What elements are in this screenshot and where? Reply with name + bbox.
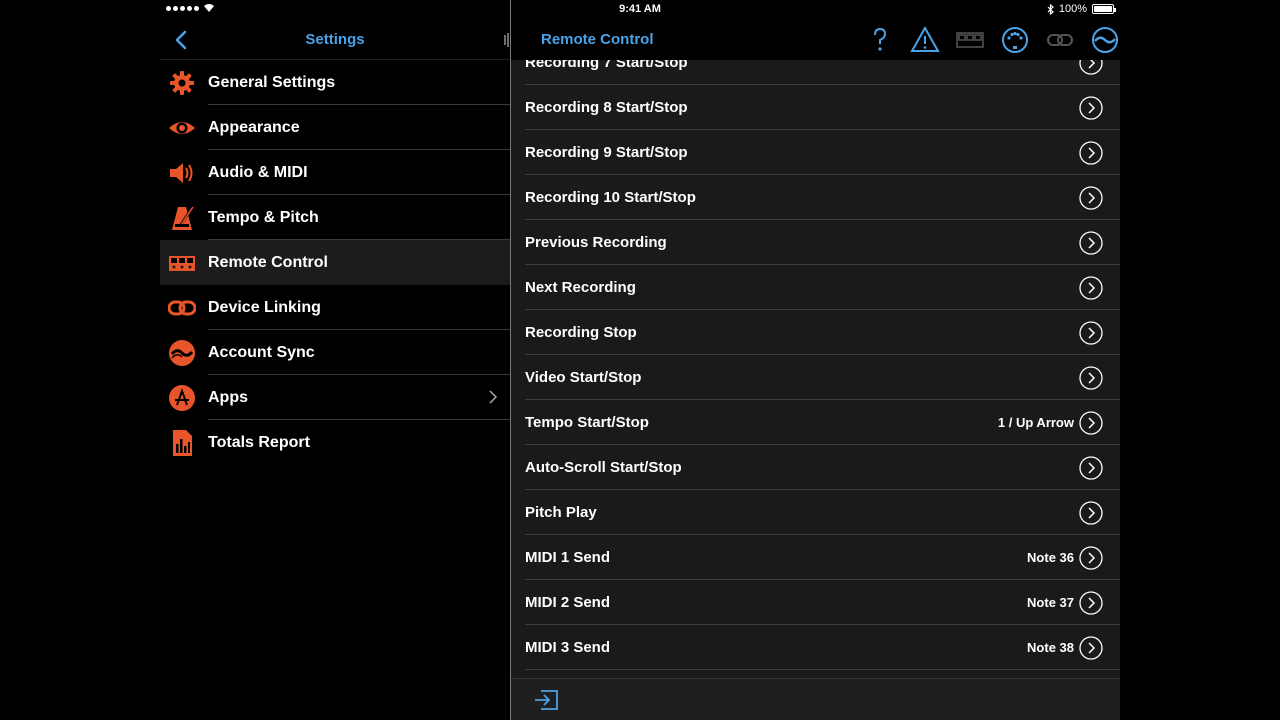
list-item-label: Pitch Play <box>525 504 597 521</box>
toolbar-icons <box>850 25 1120 55</box>
link-icon[interactable] <box>1045 25 1075 55</box>
midi-port-icon[interactable] <box>1000 25 1030 55</box>
list-item-value: Note 37 <box>1027 595 1074 610</box>
speaker-icon <box>170 163 193 183</box>
list-item-label: Video Start/Stop <box>525 369 642 386</box>
status-time: 9:41 AM <box>619 3 661 15</box>
status-bar: 9:41 AM 100% <box>160 0 1120 20</box>
sidebar-item-account-sync[interactable]: Account Sync <box>160 330 510 375</box>
disclosure-chevron-icon[interactable] <box>1079 456 1103 480</box>
list-item[interactable]: Recording 9 Start/Stop <box>525 130 1120 175</box>
disclosure-chevron-icon[interactable] <box>1079 321 1103 345</box>
help-icon[interactable] <box>865 25 895 55</box>
eye-icon <box>169 122 195 134</box>
list-item-label: Recording 10 Start/Stop <box>525 189 696 206</box>
sidebar-item-label: Totals Report <box>208 434 310 451</box>
disclosure-chevron-icon[interactable] <box>1079 636 1103 660</box>
disclosure-chevron-icon[interactable] <box>1079 546 1103 570</box>
bluetooth-icon <box>1047 3 1054 15</box>
list-item-label: Recording 8 Start/Stop <box>525 99 688 116</box>
list-item-label: Recording Stop <box>525 324 637 341</box>
gear-icon <box>170 71 194 95</box>
list-item[interactable]: MIDI 1 Send Note 36 <box>525 535 1120 580</box>
remote-control-list[interactable]: Recording 7 Start/Stop Recording 8 Start/… <box>511 60 1120 678</box>
sidebar-item-device-linking[interactable]: Device Linking <box>160 285 510 330</box>
sidebar-item-remote-control[interactable]: Remote Control <box>160 240 510 285</box>
report-icon <box>173 430 192 456</box>
remote-control-rows: Recording 7 Start/Stop Recording 8 Start/… <box>511 60 1120 670</box>
list-item-label: Tempo Start/Stop <box>525 414 649 431</box>
sidebar-item-label: Appearance <box>208 119 300 136</box>
sidebar-item-audio-midi[interactable]: Audio & MIDI <box>160 150 510 195</box>
list-item-label: Next Recording <box>525 279 636 296</box>
metronome-icon <box>172 206 194 230</box>
sidebar-item-totals-report[interactable]: Totals Report <box>160 420 510 465</box>
sidebar-item-label: Audio & MIDI <box>208 164 308 181</box>
bottom-toolbar <box>511 678 1120 720</box>
list-item[interactable]: Auto-Scroll Start/Stop <box>525 445 1120 490</box>
battery-percent: 100% <box>1058 3 1087 15</box>
sidebar-item-tempo-pitch[interactable]: Tempo & Pitch <box>160 195 510 240</box>
settings-title: Settings <box>305 31 365 48</box>
detail-nav-bar: Remote Control <box>511 20 1120 60</box>
sidebar-item-label: General Settings <box>208 74 336 91</box>
chevron-right-icon <box>489 390 498 404</box>
sidebar-item-label: Account Sync <box>208 344 315 361</box>
pedalboard-icon[interactable] <box>955 25 985 55</box>
sync-icon[interactable] <box>1090 25 1120 55</box>
list-item-label: Auto-Scroll Start/Stop <box>525 459 682 476</box>
sidebar-item-label: Device Linking <box>208 299 321 316</box>
list-item[interactable]: Tempo Start/Stop 1 / Up Arrow <box>525 400 1120 445</box>
battery-icon <box>1092 4 1116 14</box>
list-item-label: MIDI 2 Send <box>525 594 611 611</box>
sidebar-item-label: Tempo & Pitch <box>208 209 319 226</box>
disclosure-chevron-icon[interactable] <box>1079 591 1103 615</box>
disclosure-chevron-icon[interactable] <box>1079 411 1103 435</box>
sidebar-item-apps[interactable]: Apps <box>160 375 510 420</box>
list-item-label: Previous Recording <box>525 234 667 251</box>
sidebar-item-label: Apps <box>208 389 248 406</box>
status-right: 100% <box>1047 3 1116 15</box>
disclosure-chevron-icon[interactable] <box>1079 501 1103 525</box>
list-item-value: 1 / Up Arrow <box>997 415 1074 430</box>
settings-sidebar: Settings General Settings Appearance Aud… <box>160 20 516 720</box>
sidebar-item-general-settings[interactable]: General Settings <box>160 60 510 105</box>
list-item[interactable]: Pitch Play <box>525 490 1120 535</box>
list-item[interactable]: Previous Recording <box>525 220 1120 265</box>
list-item[interactable]: Recording 8 Start/Stop <box>525 85 1120 130</box>
list-item[interactable]: Recording 10 Start/Stop <box>525 175 1120 220</box>
settings-nav-bar: Settings <box>160 20 516 60</box>
warning-icon[interactable] <box>910 25 940 55</box>
sidebar-item-label: Remote Control <box>208 254 328 271</box>
list-item-label: Recording 9 Start/Stop <box>525 144 688 161</box>
detail-title: Remote Control <box>541 31 654 48</box>
list-item[interactable]: Video Start/Stop <box>525 355 1120 400</box>
apps-icon <box>169 385 195 411</box>
list-item[interactable]: Next Recording <box>525 265 1120 310</box>
disclosure-chevron-icon[interactable] <box>1079 276 1103 300</box>
export-icon[interactable] <box>533 685 563 715</box>
disclosure-chevron-icon[interactable] <box>1079 60 1103 75</box>
disclosure-chevron-icon[interactable] <box>1079 186 1103 210</box>
list-item-label: MIDI 1 Send <box>525 549 611 566</box>
disclosure-chevron-icon[interactable] <box>1079 366 1103 390</box>
sidebar-item-appearance[interactable]: Appearance <box>160 105 510 150</box>
link-icon <box>168 300 196 316</box>
list-item-label: Recording 7 Start/Stop <box>525 60 688 71</box>
disclosure-chevron-icon[interactable] <box>1079 141 1103 165</box>
list-item[interactable]: MIDI 2 Send Note 37 <box>525 580 1120 625</box>
list-item-value: Note 36 <box>1027 550 1074 565</box>
ipad-screen: 9:41 AM 100% Settings General Settings A… <box>160 0 1120 720</box>
disclosure-chevron-icon[interactable] <box>1079 231 1103 255</box>
list-item[interactable]: Recording Stop <box>525 310 1120 355</box>
remote-control-panel: Remote Control Recording 7 Start/Stop Rec… <box>511 20 1120 720</box>
list-item-value: Note 38 <box>1027 640 1074 655</box>
pedalboard-icon <box>169 256 195 271</box>
list-item-label: MIDI 3 Send <box>525 639 611 656</box>
disclosure-chevron-icon[interactable] <box>1079 96 1103 120</box>
list-item[interactable]: Recording 7 Start/Stop <box>525 60 1120 85</box>
sync-icon <box>169 340 195 366</box>
list-item[interactable]: MIDI 3 Send Note 38 <box>525 625 1120 670</box>
